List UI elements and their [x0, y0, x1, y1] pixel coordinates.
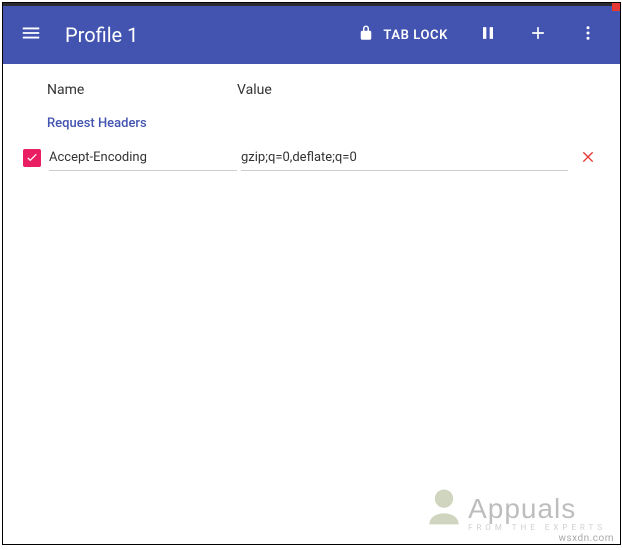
- delete-row-button[interactable]: [574, 144, 602, 172]
- section-request-headers: Request Headers: [21, 116, 602, 131]
- more-button[interactable]: [568, 15, 608, 55]
- header-row: Accept-Encoding gzip;q=0,deflate;q=0: [21, 143, 602, 173]
- hamburger-icon: [20, 22, 42, 48]
- pause-button[interactable]: [468, 15, 508, 55]
- watermark-tagline: FROM THE EXPERTS: [468, 523, 606, 532]
- app-header: Profile 1 TAB LOCK: [3, 6, 620, 64]
- profile-title: Profile 1: [65, 23, 337, 47]
- row-checkbox[interactable]: [23, 149, 41, 167]
- window-close-corner[interactable]: [612, 3, 620, 11]
- tab-lock-button[interactable]: TAB LOCK: [347, 24, 458, 46]
- column-value-label: Value: [237, 82, 272, 98]
- watermark-url: wsxdn.com: [558, 533, 614, 544]
- add-button[interactable]: [518, 15, 558, 55]
- lock-icon: [357, 24, 375, 46]
- watermark-brand: Appuals: [468, 495, 606, 523]
- content-area: Name Value Request Headers Accept-Encodi…: [3, 64, 620, 173]
- header-name-input[interactable]: Accept-Encoding: [49, 145, 237, 171]
- more-vert-icon: [579, 24, 597, 46]
- header-value-input[interactable]: gzip;q=0,deflate;q=0: [241, 145, 568, 171]
- check-icon: [25, 149, 39, 168]
- column-headers: Name Value: [21, 82, 602, 98]
- plus-icon: [528, 23, 548, 47]
- close-icon: [580, 148, 596, 168]
- column-name-label: Name: [47, 82, 237, 98]
- pause-icon: [478, 23, 498, 47]
- watermark-logo-icon: [422, 484, 466, 532]
- watermark: Appuals FROM THE EXPERTS: [422, 484, 606, 532]
- tab-lock-label: TAB LOCK: [383, 28, 448, 43]
- menu-button[interactable]: [11, 15, 51, 55]
